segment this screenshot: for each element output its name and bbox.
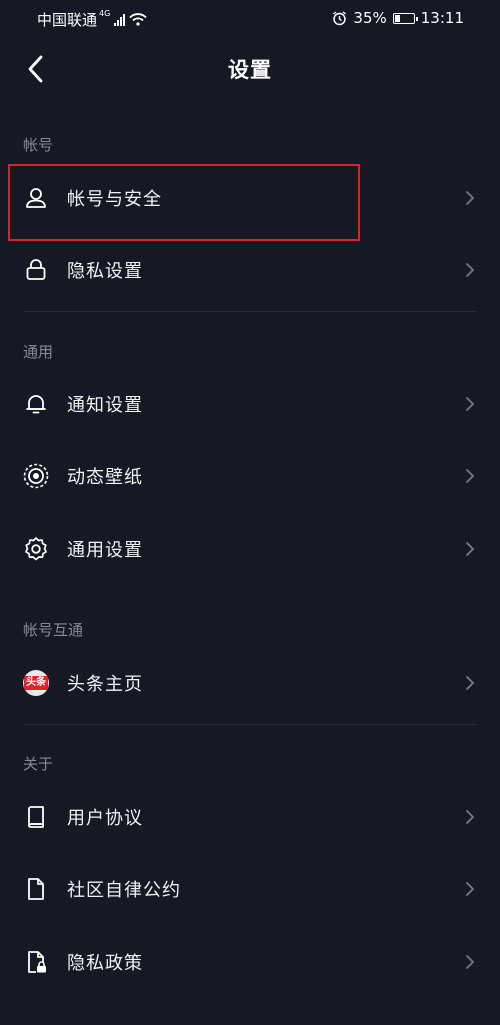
alarm-icon	[333, 10, 347, 25]
book-icon	[22, 803, 50, 831]
toutiao-icon-text: 头条	[24, 676, 48, 690]
settings-item-privacy[interactable]: 隐私设置	[0, 240, 500, 300]
wifi-icon	[129, 13, 147, 26]
chevron-right-icon	[464, 953, 476, 971]
live-wallpaper-icon	[22, 462, 50, 490]
lock-icon	[22, 256, 50, 284]
document-icon	[22, 875, 50, 903]
settings-item-user-agreement[interactable]: 用户协议	[0, 787, 500, 847]
chevron-right-icon	[464, 808, 476, 826]
status-right: 35% 13:11	[332, 9, 464, 27]
page-title: 设置	[228, 58, 272, 82]
battery-icon	[392, 12, 418, 24]
bell-icon	[22, 390, 50, 418]
settings-item-label: 隐私政策	[67, 953, 143, 974]
chevron-right-icon	[464, 674, 476, 692]
gear-icon	[22, 535, 50, 563]
settings-item-label: 通知设置	[67, 395, 143, 416]
settings-item-community-guidelines[interactable]: 社区自律公约	[0, 859, 500, 919]
settings-item-label: 隐私设置	[67, 261, 143, 282]
network-type: 4G	[99, 9, 111, 18]
settings-item-label: 用户协议	[67, 808, 143, 829]
settings-item-general[interactable]: 通用设置	[0, 519, 500, 579]
header: 设置	[0, 40, 500, 100]
section-label-about: 关于	[23, 755, 54, 773]
chevron-right-icon	[464, 467, 476, 485]
divider	[23, 311, 477, 312]
settings-item-label: 头条主页	[67, 674, 143, 695]
section-label-account: 帐号	[23, 136, 54, 154]
chevron-right-icon	[464, 540, 476, 558]
settings-item-notifications[interactable]: 通知设置	[0, 374, 500, 434]
battery-percent: 35%	[353, 9, 387, 27]
status-bar: 中国联通 4G 35% 13:11	[0, 0, 500, 36]
chevron-right-icon	[464, 261, 476, 279]
divider	[23, 724, 477, 725]
settings-item-label: 社区自律公约	[67, 880, 181, 901]
settings-item-privacy-policy[interactable]: 隐私政策	[0, 932, 500, 992]
settings-item-toutiao-homepage[interactable]: 头条 头条主页	[0, 653, 500, 713]
privacy-document-icon	[22, 948, 50, 976]
settings-item-label: 动态壁纸	[67, 467, 143, 488]
carrier-name: 中国联通	[37, 11, 98, 29]
clock: 13:11	[420, 9, 464, 27]
section-label-linked-accounts: 帐号互通	[23, 621, 84, 639]
highlight-box	[8, 164, 360, 241]
section-label-general: 通用	[23, 343, 54, 361]
settings-item-label: 通用设置	[67, 540, 143, 561]
settings-item-live-wallpaper[interactable]: 动态壁纸	[0, 446, 500, 506]
chevron-right-icon	[464, 880, 476, 898]
chevron-right-icon	[464, 395, 476, 413]
toutiao-icon: 头条	[22, 669, 50, 697]
signal-icon	[114, 13, 126, 26]
status-left: 中国联通 4G	[37, 9, 147, 30]
chevron-right-icon	[464, 189, 476, 207]
